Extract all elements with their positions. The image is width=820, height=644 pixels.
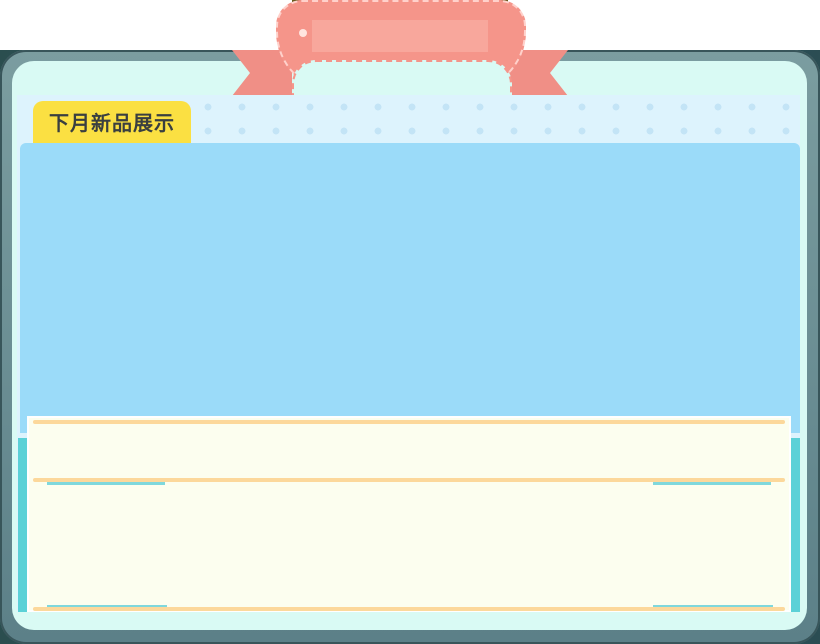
product-preview-area xyxy=(20,143,800,433)
card-accent-line xyxy=(47,605,167,607)
card-stripe-bottom xyxy=(33,607,785,611)
card-accent-line xyxy=(653,482,771,485)
section-title-tab: 下月新品展示 xyxy=(33,101,191,145)
ribbon-dot xyxy=(299,29,307,37)
ribbon-shine xyxy=(312,20,488,52)
card-accent-line xyxy=(653,605,773,607)
section-title: 下月新品展示 xyxy=(49,111,175,135)
card-stripe-top xyxy=(33,420,785,424)
product-info-card xyxy=(27,416,791,612)
card-accent-line xyxy=(47,482,165,485)
